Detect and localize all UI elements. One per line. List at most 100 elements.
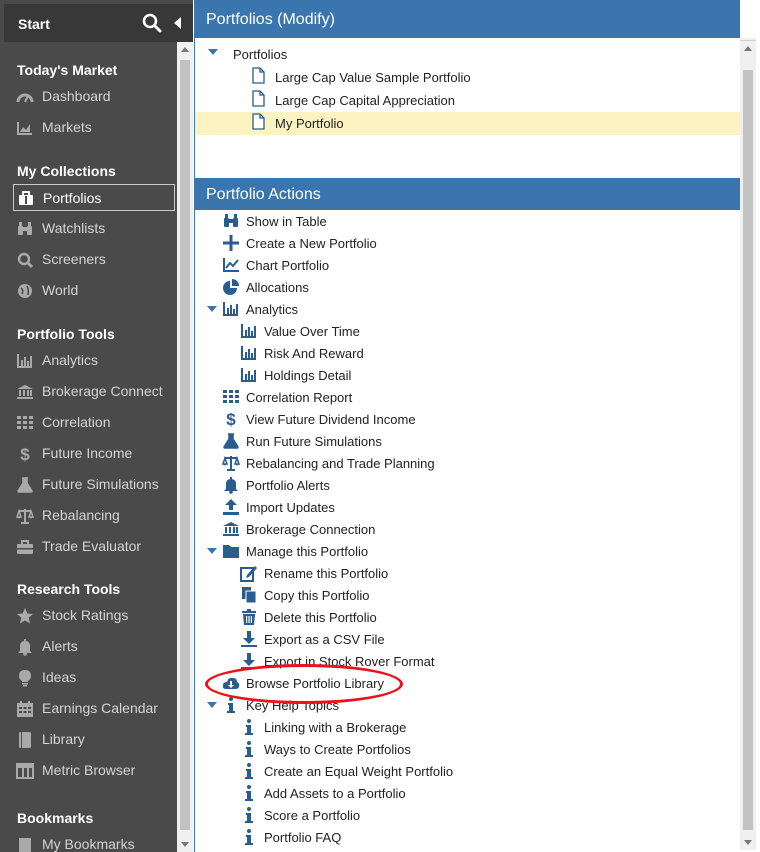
- sidebar-item-portfolios[interactable]: Portfolios: [13, 184, 175, 211]
- sidebar-item-brokerage-connect[interactable]: Brokerage Connect: [13, 378, 175, 405]
- pie-chart-icon: [222, 278, 240, 296]
- action-value-over-time[interactable]: Value Over Time: [195, 320, 740, 342]
- action-brokerage-connection[interactable]: Brokerage Connection: [195, 518, 740, 540]
- sidebar-item-correlation[interactable]: Correlation: [13, 409, 175, 436]
- tree-root-portfolios[interactable]: Portfolios: [195, 43, 740, 65]
- portfolio-list-item[interactable]: My Portfolio: [195, 112, 740, 135]
- area-chart-icon: [16, 119, 34, 136]
- action-delete-this-portfolio[interactable]: Delete this Portfolio: [195, 606, 740, 628]
- line-chart-icon: [222, 256, 240, 274]
- action-manage-this-portfolio[interactable]: Manage this Portfolio: [195, 540, 740, 562]
- upload-icon: [222, 498, 240, 516]
- action-export-as-a-csv-file[interactable]: Export as a CSV File: [195, 628, 740, 650]
- sidebar-item-label: Brokerage Connect: [42, 383, 163, 399]
- action-export-in-stock-rover-format[interactable]: Export in Stock Rover Format: [195, 650, 740, 672]
- sidebar-item-label: Library: [42, 731, 85, 747]
- action-label: Copy this Portfolio: [264, 588, 370, 603]
- action-linking-with-a-brokerage[interactable]: Linking with a Brokerage: [195, 716, 740, 738]
- sidebar-item-future-income[interactable]: $ Future Income: [13, 440, 175, 467]
- scroll-down-arrow-icon[interactable]: [744, 840, 752, 845]
- collapse-sidebar-icon[interactable]: [174, 17, 181, 29]
- action-risk-and-reward[interactable]: Risk And Reward: [195, 342, 740, 364]
- action-score-a-portfolio[interactable]: Score a Portfolio: [195, 804, 740, 826]
- action-holdings-detail[interactable]: Holdings Detail: [195, 364, 740, 386]
- action-portfolio-alerts[interactable]: Portfolio Alerts: [195, 474, 740, 496]
- action-label: Browse Portfolio Library: [246, 676, 384, 691]
- action-run-future-simulations[interactable]: Run Future Simulations: [195, 430, 740, 452]
- action-label: Risk And Reward: [264, 346, 364, 361]
- sidebar-item-label: Ideas: [42, 669, 77, 685]
- sidebar-item-my-bookmarks[interactable]: My Bookmarks: [13, 831, 175, 852]
- sidebar-scroll-thumb[interactable]: [180, 60, 190, 830]
- action-label: Delete this Portfolio: [264, 610, 377, 625]
- scroll-up-arrow-icon[interactable]: [744, 46, 752, 51]
- sidebar-item-stock-ratings[interactable]: Stock Ratings: [13, 602, 175, 629]
- action-copy-this-portfolio[interactable]: Copy this Portfolio: [195, 584, 740, 606]
- sidebar-item-ideas[interactable]: Ideas: [13, 664, 175, 691]
- action-analytics[interactable]: Analytics: [195, 298, 740, 320]
- action-ways-to-create-portfolios[interactable]: Ways to Create Portfolios: [195, 738, 740, 760]
- sidebar-item-markets[interactable]: Markets: [13, 114, 175, 141]
- action-chart-portfolio[interactable]: Chart Portfolio: [195, 254, 740, 276]
- sidebar-item-rebalancing[interactable]: Rebalancing: [13, 502, 175, 529]
- sidebar-item-metric-browser[interactable]: Metric Browser: [13, 757, 175, 784]
- sidebar-item-dashboard[interactable]: Dashboard: [13, 83, 175, 110]
- scroll-up-arrow-icon[interactable]: [181, 47, 189, 52]
- book-icon: [16, 731, 34, 748]
- binoculars-icon: [16, 220, 34, 237]
- sidebar-item-library[interactable]: Library: [13, 726, 175, 753]
- action-view-future-dividend-income[interactable]: $ View Future Dividend Income: [195, 408, 740, 430]
- action-import-updates[interactable]: Import Updates: [195, 496, 740, 518]
- main-scroll-thumb[interactable]: [743, 70, 753, 830]
- action-label: Portfolio Alerts: [246, 478, 330, 493]
- caret-down-icon[interactable]: [207, 702, 217, 708]
- main-scrollbar[interactable]: [740, 38, 756, 850]
- sidebar-item-watchlists[interactable]: Watchlists: [13, 215, 175, 242]
- calendar-icon: [16, 700, 34, 717]
- action-create-an-equal-weight-portfolio[interactable]: Create an Equal Weight Portfolio: [195, 760, 740, 782]
- sidebar-item-label: World: [42, 282, 79, 298]
- search-icon[interactable]: [142, 13, 162, 33]
- sidebar-item-label: My Bookmarks: [42, 836, 135, 852]
- sidebar-item-label: Screeners: [42, 251, 106, 267]
- action-rename-this-portfolio[interactable]: Rename this Portfolio: [195, 562, 740, 584]
- action-browse-portfolio-library[interactable]: Browse Portfolio Library: [195, 672, 740, 694]
- action-rebalancing-and-trade-planning[interactable]: Rebalancing and Trade Planning: [195, 452, 740, 474]
- sidebar-item-screeners[interactable]: Screeners: [13, 246, 175, 273]
- sidebar-item-future-simulations[interactable]: Future Simulations: [13, 471, 175, 498]
- columns-icon: [16, 762, 34, 779]
- grid-icon: [222, 388, 240, 406]
- sidebar-item-label: Rebalancing: [42, 507, 120, 523]
- sidebar: Start Today's Market Dashboard Markets My C…: [0, 0, 193, 852]
- sidebar-item-world[interactable]: World: [13, 277, 175, 304]
- portfolio-list-item[interactable]: Large Cap Value Sample Portfolio: [195, 66, 740, 89]
- action-key-help-topics[interactable]: Key Help Topics: [195, 694, 740, 716]
- action-portfolio-faq[interactable]: Portfolio FAQ: [195, 826, 740, 848]
- action-allocations[interactable]: Allocations: [195, 276, 740, 298]
- caret-down-icon[interactable]: [207, 306, 217, 312]
- caret-down-icon[interactable]: [208, 49, 218, 55]
- action-show-in-table[interactable]: Show in Table: [195, 210, 740, 232]
- action-label: Add Assets to a Portfolio: [264, 786, 406, 801]
- sidebar-section-title: Bookmarks: [17, 810, 94, 826]
- globe-icon: [16, 282, 34, 299]
- action-label: Holdings Detail: [264, 368, 352, 383]
- sidebar-item-earnings-calendar[interactable]: Earnings Calendar: [13, 695, 175, 722]
- bar-chart-icon: [16, 352, 34, 369]
- sidebar-item-analytics[interactable]: Analytics: [13, 347, 175, 374]
- caret-down-icon[interactable]: [207, 548, 217, 554]
- portfolio-tree: Portfolios Large Cap Value Sample Portfo…: [195, 38, 740, 178]
- sidebar-scrollbar[interactable]: [177, 42, 193, 852]
- portfolio-name: Large Cap Value Sample Portfolio: [275, 70, 471, 85]
- info-icon: [240, 740, 258, 758]
- action-correlation-report[interactable]: Correlation Report: [195, 386, 740, 408]
- sidebar-item-alerts[interactable]: Alerts: [13, 633, 175, 660]
- portfolio-list-item[interactable]: Large Cap Capital Appreciation: [195, 89, 740, 112]
- sidebar-item-trade-evaluator[interactable]: Trade Evaluator: [13, 533, 175, 560]
- action-label: Chart Portfolio: [246, 258, 330, 273]
- action-create-a-new-portfolio[interactable]: Create a New Portfolio: [195, 232, 740, 254]
- download-icon: [240, 630, 258, 648]
- action-add-assets-to-a-portfolio[interactable]: Add Assets to a Portfolio: [195, 782, 740, 804]
- sidebar-section-title: Today's Market: [17, 62, 118, 78]
- scroll-down-arrow-icon[interactable]: [181, 842, 189, 847]
